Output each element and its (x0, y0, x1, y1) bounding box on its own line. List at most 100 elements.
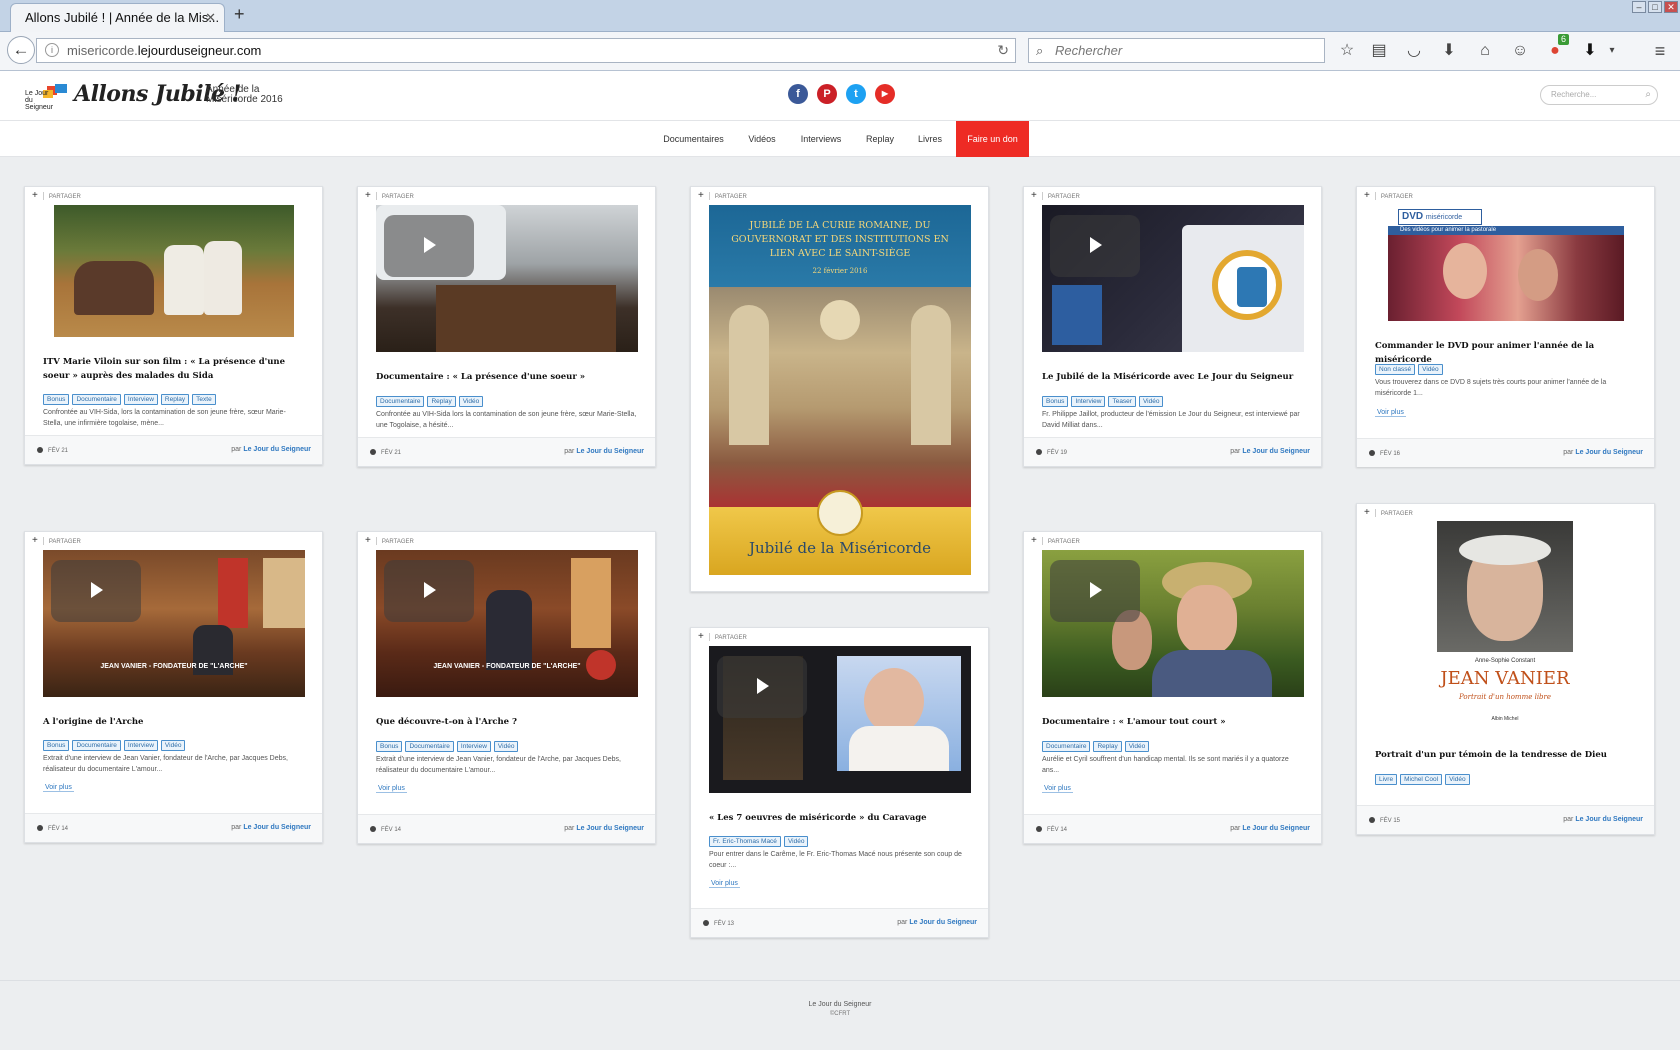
tag-link[interactable]: Interview (456, 741, 491, 752)
tag-link[interactable]: Documentaire (72, 394, 121, 405)
jubile-poster[interactable]: JUBILÉ DE LA CURIE ROMAINE, DU GOUVERNOR… (709, 205, 971, 575)
menu-item-videos[interactable]: Vidéos (741, 121, 783, 157)
post-thumbnail[interactable] (54, 205, 294, 337)
share-bar[interactable]: + PARTAGER (1364, 191, 1413, 201)
tag-link[interactable]: Vidéo (160, 740, 186, 751)
plus-icon[interactable]: + (1031, 535, 1037, 546)
author-link[interactable]: Le Jour du Seigneur (243, 824, 311, 831)
author-link[interactable]: Le Jour du Seigneur (909, 919, 977, 926)
post-title[interactable]: A l'origine de l'Arche (43, 715, 303, 729)
menu-item-interviews[interactable]: Interviews (795, 121, 847, 157)
share-bar[interactable]: + PARTAGER (32, 191, 81, 201)
read-more-link[interactable]: Voir plus (43, 784, 74, 792)
site-info-icon[interactable]: i (45, 43, 59, 57)
browser-tab[interactable]: Allons Jubilé ! | Année de la Mis... ✕ (10, 3, 225, 33)
maximize-icon[interactable]: □ (1648, 1, 1662, 13)
author-link[interactable]: Le Jour du Seigneur (576, 448, 644, 455)
play-icon[interactable] (1050, 560, 1140, 622)
post-title[interactable]: « Les 7 oeuvres de miséricorde » du Cara… (709, 811, 969, 825)
reload-icon[interactable]: ↻ (997, 39, 1009, 62)
tag-link[interactable]: Vidéo (458, 396, 484, 407)
video-thumbnail[interactable] (376, 205, 638, 352)
tag-link[interactable]: Documentaire (1042, 741, 1091, 752)
video-thumbnail[interactable]: JEAN VANIER - FONDATEUR DE "L'ARCHE" (376, 550, 638, 697)
tag-link[interactable]: Interview (123, 394, 158, 405)
search-icon[interactable]: ⌕ (1645, 86, 1651, 104)
plus-icon[interactable]: + (32, 535, 38, 546)
tag-link[interactable]: Replay (427, 396, 456, 407)
home-icon[interactable]: ⌂ (1473, 40, 1497, 62)
tag-link[interactable]: Vidéo (1445, 774, 1470, 785)
share-bar[interactable]: + PARTAGER (1031, 536, 1080, 546)
share-bar[interactable]: + PARTAGER (1364, 508, 1413, 518)
pocket-icon[interactable]: ◡ (1402, 40, 1426, 62)
tag-link[interactable]: Fr. Eric-Thomas Macé (709, 836, 781, 847)
tag-link[interactable]: Teaser (1108, 396, 1136, 407)
addon-icon[interactable]: ● 6 (1543, 34, 1569, 62)
video-thumbnail[interactable] (709, 646, 971, 793)
author-link[interactable]: Le Jour du Seigneur (576, 825, 644, 832)
author-link[interactable]: Le Jour du Seigneur (1242, 825, 1310, 832)
read-more-link[interactable]: Voir plus (376, 785, 407, 793)
read-more-link[interactable]: Voir plus (709, 880, 740, 888)
back-arrow-icon[interactable]: ← (7, 36, 35, 64)
plus-icon[interactable]: + (698, 190, 704, 201)
url-bar[interactable]: i misericorde.lejourduseigneur.com ↻ (36, 38, 1016, 63)
share-bar[interactable]: + PARTAGER (1031, 191, 1080, 201)
play-icon[interactable] (384, 560, 474, 622)
video-thumbnail[interactable] (1042, 550, 1304, 697)
tag-link[interactable]: Documentaire (376, 396, 425, 407)
tag-link[interactable]: Bonus (43, 394, 70, 405)
tag-link[interactable]: Vidéo (1124, 741, 1150, 752)
plus-icon[interactable]: + (1031, 190, 1037, 201)
post-title[interactable]: ITV Marie Viloin sur son film : « La pré… (43, 355, 303, 383)
play-icon[interactable] (384, 215, 474, 277)
read-more-link[interactable]: Voir plus (1375, 409, 1406, 417)
share-bar[interactable]: + PARTAGER (32, 536, 81, 546)
plus-icon[interactable]: + (365, 535, 371, 546)
menu-item-replay[interactable]: Replay (859, 121, 901, 157)
post-title[interactable]: Que découvre-t-on à l'Arche ? (376, 715, 636, 729)
downloads-arrow-icon[interactable]: ⬇ (1578, 40, 1602, 62)
tag-link[interactable]: Documentaire (72, 740, 121, 751)
chat-icon[interactable]: ☺ (1508, 40, 1532, 62)
twitter-icon[interactable]: t (846, 84, 866, 104)
youtube-icon[interactable]: ▶ (875, 84, 895, 104)
site-search-input[interactable]: Recherche... ⌕ (1540, 85, 1658, 105)
plus-icon[interactable]: + (1364, 190, 1370, 201)
jour-du-seigneur-logo[interactable]: Le Jour du Seigneur (25, 84, 69, 111)
video-thumbnail[interactable] (1042, 205, 1304, 352)
pinterest-icon[interactable]: P (817, 84, 837, 104)
tag-link[interactable]: Bonus (43, 740, 70, 751)
post-title[interactable]: Le Jubilé de la Miséricorde avec Le Jour… (1042, 370, 1302, 384)
play-icon[interactable] (51, 560, 141, 622)
tag-link[interactable]: Documentaire (405, 741, 454, 752)
author-link[interactable]: Le Jour du Seigneur (243, 446, 311, 453)
tag-link[interactable]: Vidéo (1418, 364, 1443, 375)
tag-link[interactable]: Vidéo (783, 836, 809, 847)
chevron-down-icon[interactable]: ▾ (1600, 40, 1624, 62)
hamburger-menu-icon[interactable]: ≡ (1648, 40, 1672, 62)
post-title[interactable]: Documentaire : « L'amour tout court » (1042, 715, 1302, 729)
tag-link[interactable]: Non classé (1375, 364, 1416, 375)
tag-link[interactable]: Replay (160, 394, 190, 405)
post-title[interactable]: Portrait d'un pur témoin de la tendresse… (1375, 748, 1643, 762)
tag-link[interactable]: Replay (1093, 741, 1122, 752)
tag-link[interactable]: Texte (192, 394, 216, 405)
share-bar[interactable]: + PARTAGER (698, 191, 747, 201)
author-link[interactable]: Le Jour du Seigneur (1575, 816, 1643, 823)
tag-link[interactable]: Interview (123, 740, 158, 751)
tag-link[interactable]: Interview (1071, 396, 1106, 407)
tag-link[interactable]: Bonus (1042, 396, 1069, 407)
post-title[interactable]: Documentaire : « La présence d'une soeur… (376, 370, 636, 384)
bookmark-star-icon[interactable]: ☆ (1335, 40, 1359, 62)
tag-link[interactable]: Bonus (376, 741, 403, 752)
facebook-icon[interactable]: f (788, 84, 808, 104)
book-cover[interactable]: Anne-Sophie Constant JEAN VANIER Portrai… (1437, 521, 1573, 733)
download-icon[interactable]: ⬇ (1437, 40, 1461, 62)
share-bar[interactable]: + PARTAGER (698, 632, 747, 642)
browser-search-input[interactable]: ⌕ Rechercher (1028, 38, 1325, 63)
tag-link[interactable]: Livre (1375, 774, 1398, 785)
share-bar[interactable]: + PARTAGER (365, 536, 414, 546)
play-icon[interactable] (1050, 215, 1140, 277)
